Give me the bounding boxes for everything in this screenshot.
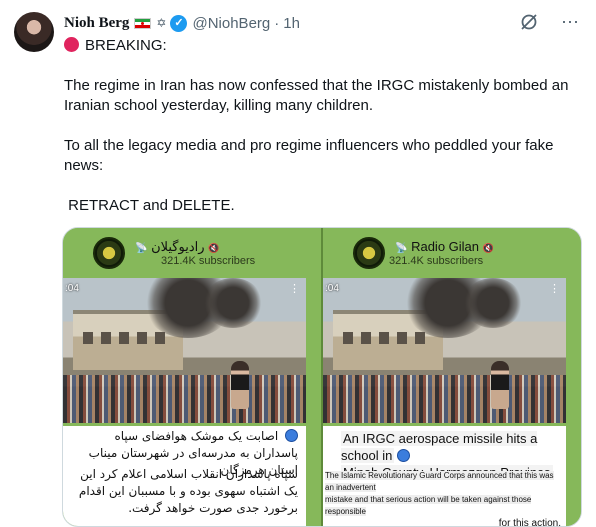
broadcast-icon: 📡 [135, 243, 148, 254]
paragraph-1: The regime in Iran has now confessed tha… [64, 77, 569, 114]
breaking-line: BREAKING: [64, 36, 584, 56]
channel-logo-icon [353, 237, 385, 269]
person-foreground [491, 361, 509, 409]
paragraph-2: To all the legacy media and pro regime i… [64, 137, 554, 174]
channel-header: 📡 Radio Gilan 🔇 321.4K subscribers [323, 233, 581, 271]
author-handle[interactable]: @NiohBerg [192, 15, 270, 32]
caption-body-line-2: mistake and that serious action will be … [325, 495, 532, 516]
separator-dot: · [274, 14, 280, 32]
smoke-plume [463, 278, 523, 328]
caption-headline-line-1: An IRGC aerospace missile hits a school … [341, 431, 538, 463]
breaking-label: BREAKING: [85, 37, 167, 54]
author-name[interactable]: Nioh Berg [64, 15, 129, 32]
caption-body: سپاه پاسداران انقلاب اسلامی اعلام کرد ای… [78, 467, 298, 515]
timestamp[interactable]: 1h [283, 15, 300, 32]
channel-name-text: رادیوگیلان [151, 239, 205, 254]
video-time: :04 [65, 283, 79, 294]
channel-name: 📡 Radio Gilan 🔇 [395, 239, 494, 254]
video-options-icon: ⋮ [289, 283, 300, 295]
more-options-icon[interactable]: ⋯ [561, 12, 580, 32]
video-frame: :04 ⋮ [63, 278, 306, 423]
video-options-icon: ⋮ [549, 283, 560, 295]
tweet-header: Nioh Berg ✡ ✓ @NiohBerg · 1h ⋯ [64, 12, 580, 34]
channel-header: 📡 رادیوگیلان 🔇 321.4K subscribers [63, 233, 321, 271]
tweet-media-image[interactable]: 📡 رادیوگیلان 🔇 321.4K subscribers :04 ⋮ … [62, 227, 582, 527]
channel-logo-icon [93, 237, 125, 269]
red-circle-icon [64, 37, 79, 52]
blue-circle-icon [285, 429, 298, 442]
telegram-post-english: 📡 Radio Gilan 🔇 321.4K subscribers :04 ⋮… [323, 228, 581, 527]
star-of-david-icon: ✡ [156, 16, 167, 30]
video-time: :04 [325, 283, 339, 294]
iran-flag-icon [134, 17, 152, 29]
smoke-plume [203, 278, 263, 328]
caption-box: اصابت یک موشک هوافضای سپاه پاسداران به م… [63, 426, 306, 526]
blue-circle-icon [397, 449, 411, 462]
grok-icon[interactable] [519, 12, 539, 32]
caption-body-line-3: for this action. [498, 518, 561, 527]
verified-badge-icon[interactable]: ✓ [170, 14, 188, 32]
channel-subscribers: 321.4K subscribers [161, 255, 256, 267]
paragraph-3: RETRACT and DELETE. [64, 197, 235, 214]
muted-icon: 🔇 [482, 243, 494, 253]
channel-name: 📡 رادیوگیلان 🔇 [135, 239, 219, 255]
caption-body: The Islamic Revolutionary Guard Corps an… [325, 470, 561, 527]
muted-icon: 🔇 [208, 243, 220, 253]
person-foreground [231, 361, 249, 409]
avatar[interactable] [14, 12, 54, 52]
caption-box: An IRGC aerospace missile hits a school … [323, 426, 566, 527]
crowd [63, 375, 306, 423]
telegram-post-persian: 📡 رادیوگیلان 🔇 321.4K subscribers :04 ⋮ … [63, 228, 321, 526]
crowd [323, 375, 566, 423]
video-frame: :04 ⋮ [323, 278, 566, 423]
tweet-body: BREAKING: The regime in Iran has now con… [64, 36, 584, 216]
channel-name-text: Radio Gilan [411, 239, 480, 254]
channel-subscribers: 321.4K subscribers [389, 255, 484, 267]
caption-body-line-1: The Islamic Revolutionary Guard Corps an… [325, 471, 554, 492]
broadcast-icon: 📡 [395, 243, 408, 254]
